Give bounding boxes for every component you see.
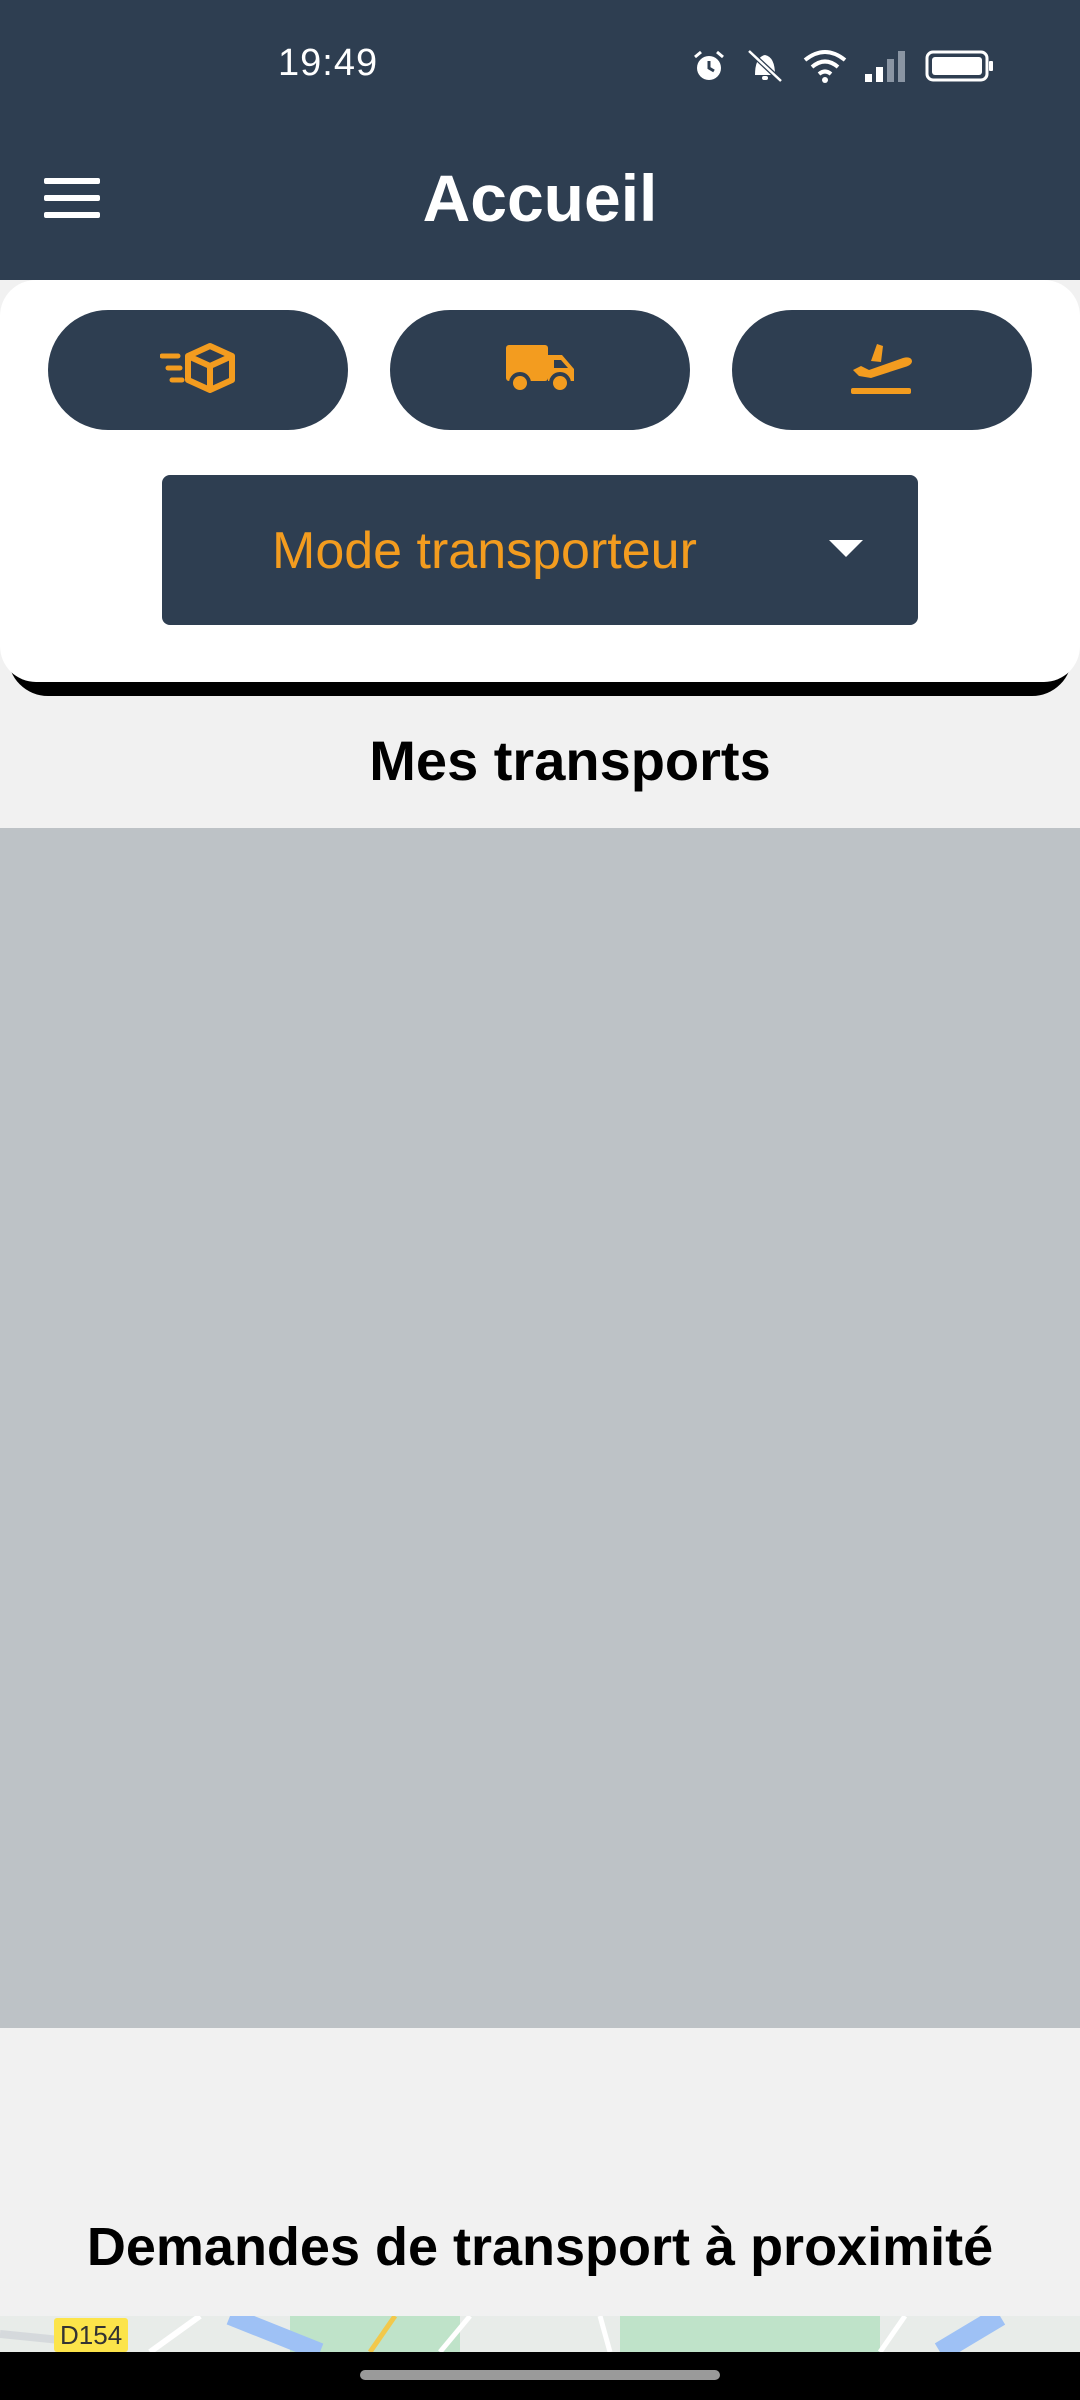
nearby-map[interactable] xyxy=(0,2316,1080,2352)
nearby-requests-title: Demandes de transport à proximité xyxy=(86,2217,994,2277)
mode-select-value: Mode transporteur xyxy=(272,522,697,580)
system-nav-bar xyxy=(0,2352,1080,2400)
road-label: D154 xyxy=(54,2318,129,2352)
mode-select[interactable]: Mode transporteur xyxy=(162,475,918,625)
wifi-icon xyxy=(803,48,847,84)
my-transports-title: Mes transports xyxy=(369,729,771,792)
truck-button[interactable] xyxy=(390,310,690,430)
flight-button[interactable] xyxy=(732,310,1032,430)
alarm-icon xyxy=(691,48,727,84)
bell-muted-icon xyxy=(743,47,787,85)
truck-icon xyxy=(504,341,576,400)
page-title: Accueil xyxy=(422,161,658,235)
fast-package-icon xyxy=(159,342,236,399)
status-icons xyxy=(691,46,995,86)
plane-departure-icon xyxy=(849,340,915,401)
status-bar: 19:49 xyxy=(0,0,1080,135)
send-package-button[interactable] xyxy=(48,310,348,430)
home-handle[interactable] xyxy=(360,2370,720,2380)
transports-list-placeholder xyxy=(0,828,1080,2028)
signal-icon xyxy=(863,48,909,84)
battery-icon xyxy=(925,48,995,84)
status-time: 19:49 xyxy=(278,42,379,84)
caret-down-icon xyxy=(829,540,863,557)
